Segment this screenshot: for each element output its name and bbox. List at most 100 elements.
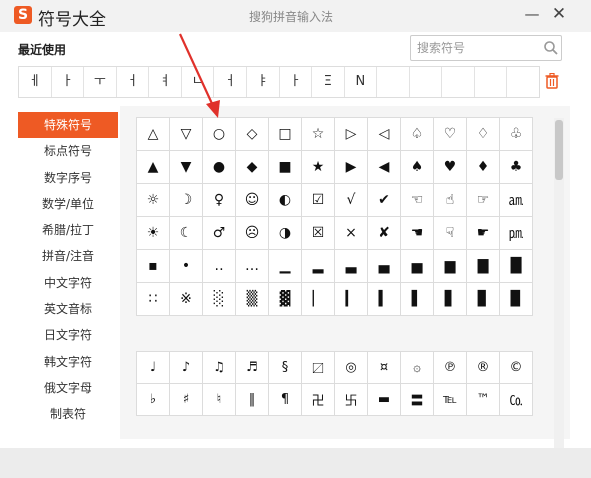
symbol-cell[interactable]: ∷ [136,282,170,316]
symbol-cell[interactable]: ☑ [301,183,335,217]
symbol-cell[interactable]: ▓ [268,282,302,316]
symbol-cell[interactable]: △ [136,117,170,151]
symbol-cell[interactable]: ▼ [169,150,203,184]
symbol-cell[interactable]: ▒ [235,282,269,316]
symbol-cell[interactable]: 卍 [301,383,335,416]
minimize-button[interactable]: — [522,4,542,24]
symbol-cell[interactable]: 〓 [400,383,434,416]
symbol-cell[interactable]: ㏘ [499,216,533,250]
recent-symbol-cell[interactable]: ㅜ [84,67,117,97]
recent-symbol-cell[interactable]: ㅔ [19,67,52,97]
symbol-cell[interactable]: ♪ [169,351,203,384]
symbol-cell[interactable]: ☀ [136,216,170,250]
symbol-cell[interactable]: ◀ [367,150,401,184]
symbol-cell[interactable]: ♂ [202,216,236,250]
sidebar-category-item[interactable]: 制表符 [18,401,118,427]
sidebar-category-item[interactable]: 韩文字符 [18,349,118,375]
recent-symbol-cell[interactable] [507,67,539,97]
symbol-cell[interactable]: ♡ [433,117,467,151]
symbol-cell[interactable]: ‥ [202,249,236,283]
symbol-cell[interactable]: ▬ [367,383,401,416]
symbol-cell[interactable]: ☾ [169,216,203,250]
symbol-cell[interactable]: ♩ [136,351,170,384]
symbol-cell[interactable]: ☜ [400,183,434,217]
symbol-cell[interactable]: ♯ [169,383,203,416]
symbol-cell[interactable]: ¶ [268,383,302,416]
symbol-cell[interactable]: ▎ [334,282,368,316]
symbol-cell[interactable]: ♀ [202,183,236,217]
symbol-cell[interactable]: ☝ [433,183,467,217]
recent-symbol-cell[interactable]: ㅏ [280,67,313,97]
symbol-cell[interactable]: ♮ [202,383,236,416]
symbol-cell[interactable]: ▄ [367,249,401,283]
symbol-cell[interactable]: 〼 [301,351,335,384]
close-button[interactable]: ✕ [549,4,569,24]
symbol-cell[interactable]: ☼ [136,183,170,217]
symbol-cell[interactable]: § [268,351,302,384]
symbol-cell[interactable]: ▲ [136,150,170,184]
symbol-cell[interactable]: ○ [202,117,236,151]
symbol-cell[interactable]: ‖ [235,383,269,416]
recent-symbol-cell[interactable]: Ξ [312,67,345,97]
symbol-cell[interactable]: × [334,216,368,250]
symbol-cell[interactable]: ▂ [301,249,335,283]
symbol-cell[interactable]: ◇ [235,117,269,151]
symbol-cell[interactable]: ▏ [301,282,335,316]
symbol-cell[interactable]: ◑ [268,216,302,250]
symbol-cell[interactable]: 卐 [334,383,368,416]
recent-symbol-cell[interactable]: ㅏ [52,67,85,97]
symbol-cell[interactable]: ㏂ [499,183,533,217]
symbol-cell[interactable]: ░ [202,282,236,316]
sidebar-category-item[interactable]: 标点符号 [18,138,118,164]
symbol-cell[interactable]: ◐ [268,183,302,217]
symbol-cell[interactable]: ✘ [367,216,401,250]
search-icon[interactable] [543,40,559,56]
sidebar-category-item[interactable]: 特殊符号 [18,112,118,139]
symbol-cell[interactable]: ★ [301,150,335,184]
symbol-cell[interactable]: ☞ [466,183,500,217]
trash-icon[interactable] [545,73,559,89]
symbol-cell[interactable]: ▍ [367,282,401,316]
symbol-cell[interactable]: ℡ [433,383,467,416]
recent-symbol-cell[interactable] [442,67,475,97]
symbol-cell[interactable]: ☆ [301,117,335,151]
symbol-cell[interactable]: ▃ [334,249,368,283]
symbol-cell[interactable]: ● [202,150,236,184]
symbol-cell[interactable]: ☹ [235,216,269,250]
symbol-cell[interactable]: ☚ [400,216,434,250]
symbol-cell[interactable]: ◁ [367,117,401,151]
recent-symbol-cell[interactable]: ㅓ [117,67,150,97]
symbol-cell[interactable]: ■ [268,150,302,184]
symbol-cell[interactable]: ◎ [334,351,368,384]
symbol-cell[interactable]: ▌ [400,282,434,316]
sidebar-category-item[interactable]: 中文字符 [18,270,118,296]
symbol-cell[interactable]: ▊ [466,282,500,316]
symbol-cell[interactable]: ㏇ [499,383,533,416]
symbol-cell[interactable]: █ [499,249,533,283]
recent-symbol-cell[interactable]: ㅑ [247,67,280,97]
sidebar-category-item[interactable]: 数学/单位 [18,191,118,217]
symbol-cell[interactable]: • [169,249,203,283]
symbol-cell[interactable]: ™ [466,383,500,416]
symbol-cell[interactable]: ♬ [235,351,269,384]
symbol-cell[interactable]: ▶ [334,150,368,184]
symbol-cell[interactable]: ☽ [169,183,203,217]
symbol-cell[interactable]: ☺ [235,183,269,217]
symbol-cell[interactable]: ♣ [499,150,533,184]
symbol-cell[interactable]: ® [466,351,500,384]
search-box[interactable] [410,35,562,61]
symbol-cell[interactable]: ※ [169,282,203,316]
symbol-cell[interactable]: ▽ [169,117,203,151]
symbol-cell[interactable]: ▆ [433,249,467,283]
scrollbar-thumb[interactable] [555,120,563,180]
symbol-cell[interactable]: ۞ [400,351,434,384]
recent-symbol-cell[interactable] [377,67,410,97]
sidebar-category-item[interactable]: 俄文字母 [18,375,118,401]
symbol-cell[interactable]: ☒ [301,216,335,250]
recent-symbol-cell[interactable]: N [345,67,378,97]
symbol-cell[interactable]: ☛ [466,216,500,250]
sidebar-category-item[interactable]: 日文字符 [18,322,118,348]
search-input[interactable] [411,36,549,60]
sidebar-category-item[interactable]: 数字序号 [18,165,118,191]
symbol-cell[interactable]: ▅ [400,249,434,283]
